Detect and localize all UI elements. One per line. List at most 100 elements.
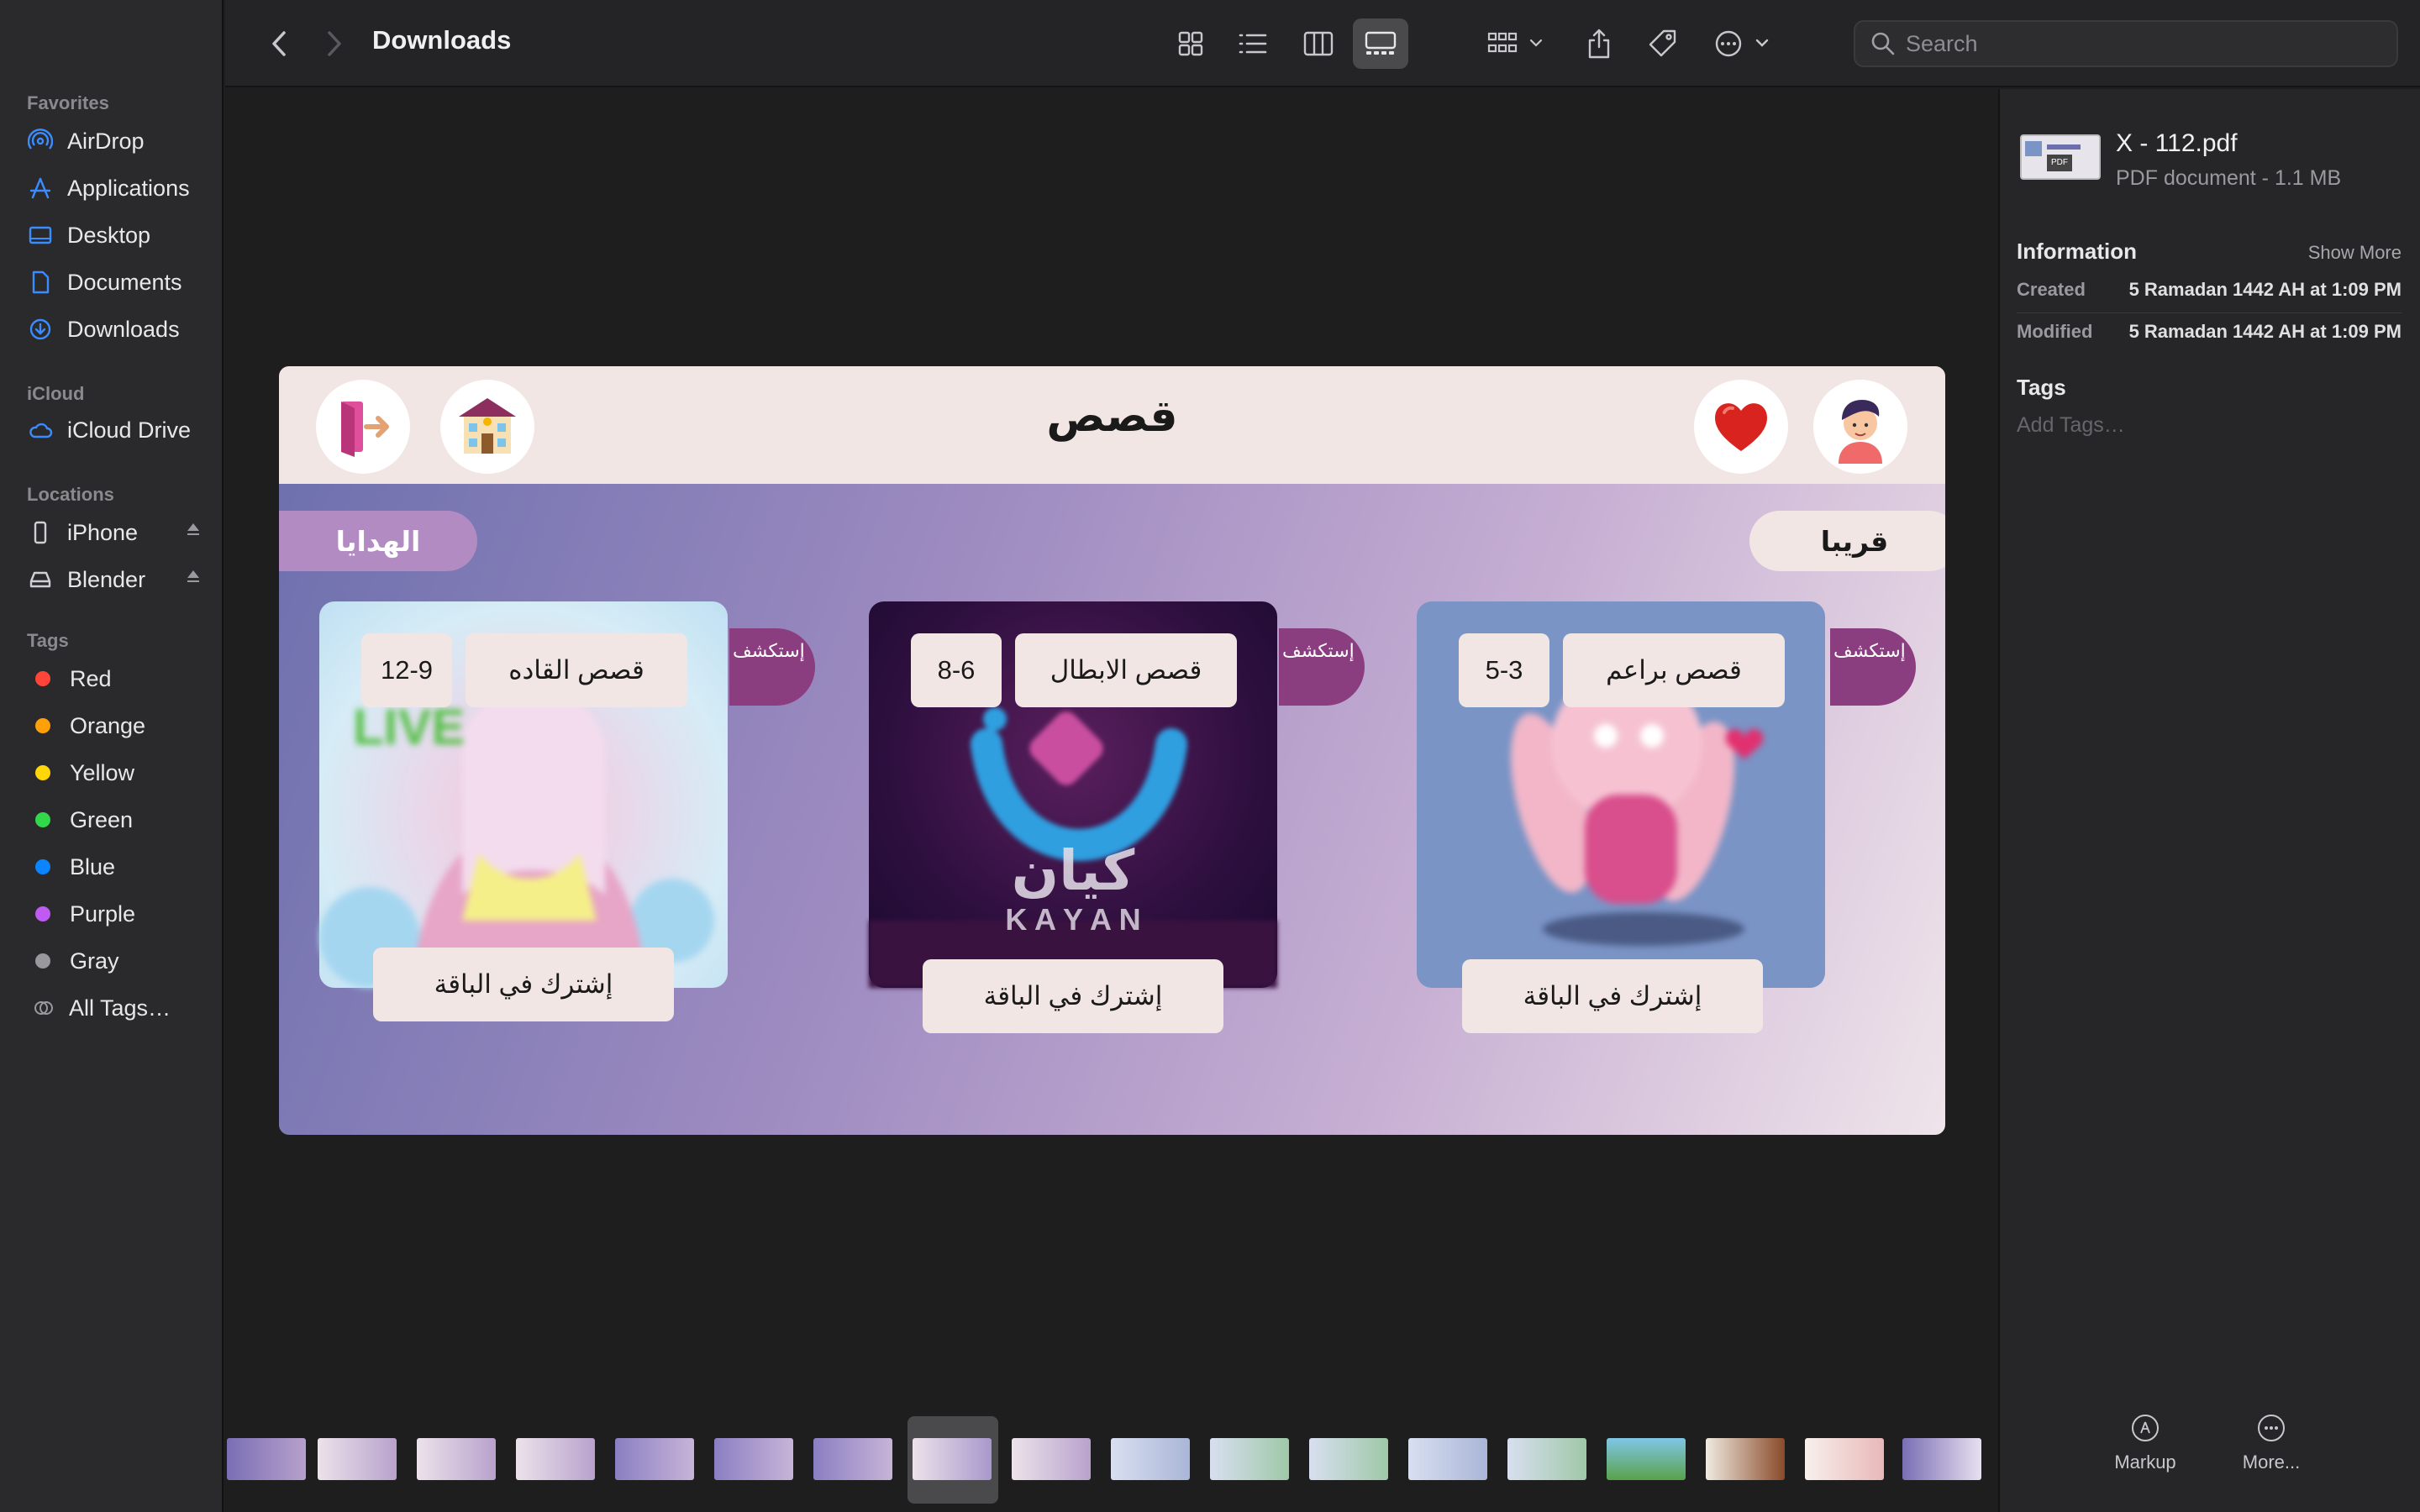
sidebar-tag-orange[interactable]: Orange [27,707,203,744]
more-button[interactable]: More... [2225,1415,2317,1473]
explore-label: إستكشف [733,640,805,661]
preview-header: قصص [279,366,1945,484]
svg-text:LIVE: LIVE [353,699,465,755]
markup-button[interactable]: Markup [2099,1415,2191,1473]
sidebar-item-label: Blender [67,566,146,592]
thumbnail[interactable] [813,1438,892,1480]
thumbnail[interactable] [1902,1438,1981,1480]
red-tag-dot [35,671,50,686]
more-label: More... [2242,1452,2301,1473]
chevron-left-icon [272,31,286,56]
sidebar-item-iphone[interactable]: iPhone [27,514,203,551]
eject-icon[interactable] [183,519,203,545]
markup-label: Markup [2114,1452,2176,1473]
locations-heading: Locations [27,484,114,505]
gifts-pill: الهدايا [279,511,477,571]
modified-value: 5 Ramadan 1442 AH at 1:09 PM [2128,321,2402,342]
story-name-badge: قصص الابطال [1015,633,1237,707]
thumbnail[interactable] [714,1438,793,1480]
coming-soon-pill: قريبا [1749,511,1945,571]
thumbnail-selected[interactable] [913,1438,992,1480]
file-preview[interactable]: قصص الهدايا قريبا LIVE 12-9 قصص القاده إ… [279,366,1945,1135]
sidebar-item-label: Desktop [67,222,151,248]
sidebar: Favorites AirDrop Applications Desktop D… [0,0,224,1512]
sidebar-tag-green[interactable]: Green [27,801,203,838]
search-field[interactable] [1854,20,2398,67]
thumbnail[interactable] [516,1438,595,1480]
thumbnail[interactable] [1706,1438,1785,1480]
explore-label: إستكشف [1282,640,1355,661]
subscribe-button[interactable]: إشترك في الباقة [1462,959,1763,1033]
thumbnail[interactable] [318,1438,397,1480]
sidebar-item-label: iPhone [67,519,139,545]
sidebar-item-documents[interactable]: Documents [27,264,203,301]
yellow-tag-dot [35,765,50,780]
more-actions-button[interactable] [1709,18,1776,69]
thumbnail[interactable] [615,1438,694,1480]
thumbnail[interactable] [227,1438,306,1480]
thumbnail[interactable] [1507,1438,1586,1480]
sidebar-tag-blue[interactable]: Blue [27,848,203,885]
created-value: 5 Ramadan 1442 AH at 1:09 PM [2128,279,2402,300]
tags-heading: Tags [27,630,69,651]
tag-label: Yellow [70,759,135,785]
sidebar-item-blender[interactable]: Blender [27,561,203,598]
icon-view-button[interactable] [1165,18,1217,69]
eject-icon[interactable] [183,566,203,592]
tags-heading: Tags [2017,375,2066,400]
gallery-view-button[interactable] [1353,18,1408,69]
grid-icon [1178,31,1203,56]
desktop-icon [27,222,54,249]
thumbnail[interactable] [1012,1438,1091,1480]
explore-badge[interactable]: إستكشف [729,628,815,706]
thumbnail[interactable] [1309,1438,1388,1480]
add-tags-field[interactable]: Add Tags… [2017,413,2125,438]
ellipsis-circle-icon [1715,30,1769,57]
information-heading: Information [2017,239,2137,264]
sidebar-item-applications[interactable]: Applications [27,170,203,207]
thumbnail[interactable] [1210,1438,1289,1480]
search-input[interactable] [1906,30,2376,57]
group-by-button[interactable] [1481,18,1553,69]
sidebar-item-icloud-drive[interactable]: iCloud Drive [27,412,203,449]
tag-label: Green [70,806,134,832]
share-button[interactable] [1578,18,1620,69]
chevron-right-icon [328,31,341,56]
show-more-link[interactable]: Show More [2308,242,2402,264]
sidebar-item-desktop[interactable]: Desktop [27,217,203,254]
explore-badge[interactable]: إستكشف [1830,628,1916,706]
back-button[interactable] [259,18,301,69]
age-range-badge: 5-3 [1459,633,1549,707]
list-view-button[interactable] [1227,18,1279,69]
sidebar-tag-yellow[interactable]: Yellow [27,754,203,791]
sidebar-tag-gray[interactable]: Gray [27,942,203,979]
column-view-button[interactable] [1292,18,1344,69]
markup-icon [2132,1415,2159,1441]
sidebar-tag-red[interactable]: Red [27,660,203,697]
filmstrip [225,1416,1998,1512]
file-type: PDF document - 1.1 MB [2116,166,2342,190]
forward-button[interactable] [313,18,355,69]
explore-badge[interactable]: إستكشف [1279,628,1365,706]
disk-icon [27,566,54,593]
thumbnail[interactable] [1805,1438,1884,1480]
tags-button[interactable] [1642,18,1684,69]
file-name: X - 112.pdf [2116,129,2238,157]
purple-tag-dot [35,906,50,921]
sidebar-item-label: iCloud Drive [67,417,192,443]
tag-icon [1649,29,1676,57]
subscribe-button[interactable]: إشترك في الباقة [923,959,1223,1033]
thumbnail[interactable] [417,1438,496,1480]
sidebar-all-tags[interactable]: All Tags… [27,990,203,1026]
sidebar-tag-purple[interactable]: Purple [27,895,203,932]
sidebar-item-airdrop[interactable]: AirDrop [27,123,203,160]
created-label: Created [2017,279,2086,300]
kayan-latin-logo-text: K A Y A N [1005,902,1141,937]
subscribe-button[interactable]: إشترك في الباقة [373,948,674,1021]
pdf-thumbnail-icon: PDF [2020,134,2101,180]
thumbnail[interactable] [1408,1438,1487,1480]
thumbnail[interactable] [1111,1438,1190,1480]
sidebar-item-downloads[interactable]: Downloads [27,311,203,348]
thumbnail[interactable] [1607,1438,1686,1480]
applications-icon [27,175,54,202]
